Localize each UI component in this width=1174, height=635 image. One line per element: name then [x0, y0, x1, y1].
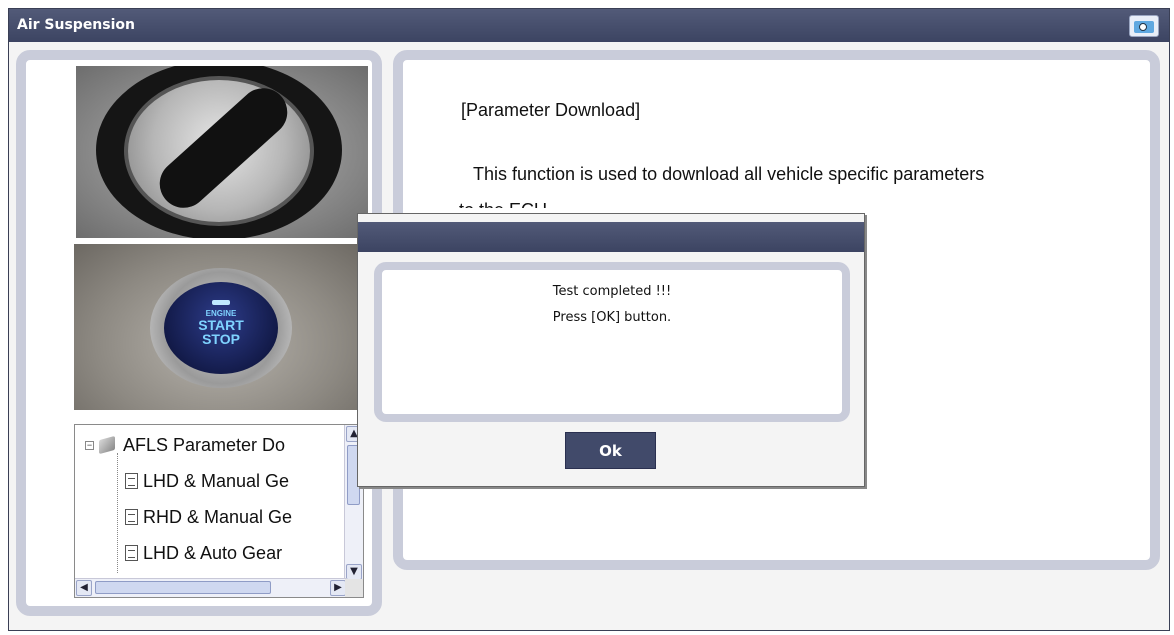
- tree-item-label: RHD & Manual Ge: [143, 507, 293, 527]
- scroll-left-icon[interactable]: ◀: [76, 580, 92, 596]
- start-stop-button-image: ENGINE START STOP: [74, 244, 364, 410]
- left-panel: ENGINE START STOP − AFLS Parameter Do LHD …: [16, 50, 382, 616]
- scroll-right-icon[interactable]: ▶: [330, 580, 346, 596]
- horizontal-scroll-thumb[interactable]: [95, 581, 271, 594]
- horizontal-scrollbar[interactable]: ◀ ▶: [75, 578, 347, 597]
- function-description: This function is used to download all ve…: [473, 164, 985, 184]
- window-title: Air Suspension: [17, 17, 135, 33]
- test-completed-dialog: Test completed !!! Press [OK] button. Ok: [357, 213, 865, 487]
- dialog-message: Test completed !!!: [552, 284, 672, 299]
- window-titlebar: Air Suspension: [9, 9, 1169, 42]
- parameter-tree: − AFLS Parameter Do LHD & Manual Ge RHD …: [74, 424, 364, 598]
- page-title: [Parameter Download]: [461, 100, 641, 120]
- folder-icon: [99, 435, 115, 455]
- ok-button[interactable]: Ok: [565, 432, 656, 469]
- dialog-message-box: Test completed !!! Press [OK] button.: [374, 262, 850, 422]
- document-icon: [125, 509, 138, 525]
- scroll-down-icon[interactable]: ▼: [346, 564, 362, 580]
- function-description-continued: to the ECU.: [459, 200, 552, 208]
- document-icon: [125, 473, 138, 489]
- dialog-titlebar: [358, 222, 864, 252]
- camera-icon[interactable]: [1129, 15, 1159, 37]
- tree-item-label: LHD & Auto Gear: [143, 543, 283, 563]
- document-icon: [125, 545, 138, 561]
- dialog-instruction: Press [OK] button.: [552, 310, 672, 325]
- tree-root-label: AFLS Parameter Do: [123, 435, 286, 455]
- ignition-key-image: [76, 66, 368, 238]
- collapse-icon[interactable]: −: [85, 441, 94, 450]
- tree-item-label: LHD & Manual Ge: [143, 471, 290, 491]
